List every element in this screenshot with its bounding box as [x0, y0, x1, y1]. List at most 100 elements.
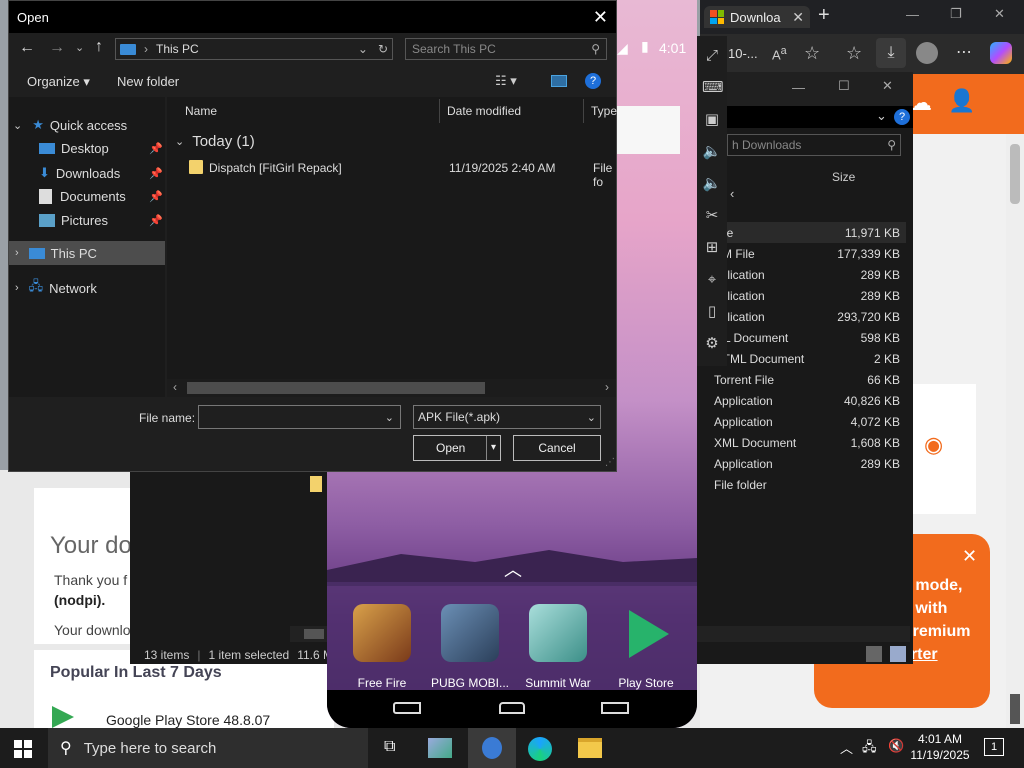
filetype-select[interactable]: APK File(*.apk) ⌄	[413, 405, 601, 429]
fm-row[interactable]: Application 40,826 KB	[708, 390, 906, 411]
column-date[interactable]: Date modified	[447, 104, 521, 118]
tiles-view-icon[interactable]	[890, 646, 906, 662]
volume-muted-icon[interactable]: 🔇	[888, 738, 904, 754]
scrollbar[interactable]	[1006, 134, 1024, 728]
app-icon-1[interactable]: PUBG MOBI...	[427, 604, 513, 690]
fm-row[interactable]: pplication 293,720 KB	[708, 306, 906, 327]
favorite-star-icon[interactable]: ☆	[804, 43, 820, 64]
nav-this-pc[interactable]: › This PC	[9, 241, 165, 265]
notification-center-icon[interactable]: 1	[984, 738, 1004, 756]
volume-up-icon[interactable]: 🔈	[702, 136, 722, 168]
apk-install-icon[interactable]: ▣	[702, 104, 722, 136]
pin-icon[interactable]: 📌	[149, 190, 163, 203]
download-icon[interactable]: ⤓	[876, 38, 906, 68]
preview-pane-icon[interactable]	[551, 75, 567, 87]
nav-documents[interactable]: Documents 📌	[39, 189, 163, 204]
location-icon[interactable]: ⌖	[702, 264, 722, 296]
fm-search[interactable]: h Downloads ⚲	[727, 134, 901, 156]
screenshot-icon[interactable]: ✂	[702, 200, 722, 232]
edge-browser-icon[interactable]	[528, 737, 552, 761]
view-options-icon[interactable]: ☷ ▾	[495, 73, 517, 89]
fm-row[interactable]: KM File 177,339 KB	[708, 243, 906, 264]
emu-search-bar[interactable]	[617, 106, 680, 154]
more-icon[interactable]: ⋯	[956, 42, 972, 62]
address-dropdown-icon[interactable]: ⌄	[358, 42, 368, 56]
volume-down-icon[interactable]: 🔈	[702, 168, 722, 200]
expand-chevron-icon[interactable]: ⌄	[13, 119, 22, 132]
start-button[interactable]	[14, 740, 32, 758]
taskbar-app-icon[interactable]	[428, 738, 452, 758]
rss-icon[interactable]: ◉	[924, 432, 943, 458]
open-options-chevron-icon[interactable]: ▾	[486, 436, 500, 460]
address-bar[interactable]: › This PC ⌄ ↻	[115, 38, 393, 60]
expand-chevron-icon[interactable]: ›	[15, 282, 19, 294]
minimize-icon[interactable]: —	[792, 80, 805, 95]
chevron-down-icon[interactable]: ⌄	[385, 411, 394, 424]
close-icon[interactable]: ✕	[994, 6, 1005, 22]
fm-size-header[interactable]: Size	[832, 170, 855, 184]
fm-row[interactable]: HTML Document 2 KB	[708, 348, 906, 369]
pin-icon[interactable]: 📌	[149, 167, 163, 180]
app-drawer-chevron-icon[interactable]: ︿	[504, 556, 522, 582]
copilot-icon[interactable]	[990, 42, 1012, 64]
clock[interactable]: 4:01 AM 11/19/2025	[908, 731, 972, 763]
popular-item[interactable]: Google Play Store 48.8.07	[106, 712, 270, 728]
details-view-icon[interactable]	[866, 646, 882, 662]
close-icon[interactable]: ✕	[882, 78, 893, 94]
keyboard-icon[interactable]: ⌨	[702, 72, 724, 104]
maximize-icon[interactable]: ☐	[838, 78, 850, 94]
show-hidden-icons[interactable]: ︿	[840, 738, 853, 757]
new-tab-button[interactable]: +	[818, 4, 830, 27]
close-promo-icon[interactable]: ✕	[962, 546, 977, 567]
open-button[interactable]: Open ▾	[413, 435, 501, 461]
app-icon-2[interactable]: Summit War	[515, 604, 601, 690]
fm-row[interactable]: pplication 289 KB	[708, 285, 906, 306]
fm-row[interactable]: File11,971 KB	[708, 222, 906, 243]
read-aloud-icon[interactable]: Aa	[772, 45, 787, 62]
chevron-down-icon[interactable]: ⌄	[876, 108, 887, 124]
recents-nav-icon[interactable]	[601, 702, 629, 714]
cancel-button[interactable]: Cancel	[513, 435, 601, 461]
back-arrow-icon[interactable]: ←	[19, 39, 35, 57]
fm-row[interactable]: File folder	[708, 474, 906, 495]
fm-row[interactable]: Application 4,072 KB	[708, 411, 906, 432]
user-icon[interactable]: 👤	[948, 88, 975, 114]
fm-row[interactable]: pplication 289 KB	[708, 264, 906, 285]
nav-downloads[interactable]: ⬇ Downloads 📌	[39, 165, 163, 181]
nav-network[interactable]: › 🖧 Network	[15, 277, 97, 299]
up-arrow-icon[interactable]: ↑	[95, 38, 103, 56]
close-tab-icon[interactable]: ✕	[792, 9, 804, 26]
file-row[interactable]: Dispatch [FitGirl Repack] 11/19/2025 2:4…	[187, 157, 616, 189]
help-icon[interactable]: ?	[894, 109, 910, 125]
fm-row[interactable]: Torrent File 66 KB	[708, 369, 906, 390]
taskbar-search[interactable]: ⚲ Type here to search	[48, 728, 368, 768]
pin-icon[interactable]: 📌	[149, 214, 163, 227]
collapse-chevron-icon[interactable]: ‹	[730, 186, 734, 201]
resize-grip-icon[interactable]: ⋰	[605, 457, 615, 468]
browser-tab[interactable]: Downloa ✕	[704, 6, 810, 28]
help-icon[interactable]: ?	[585, 73, 601, 89]
taskbar-emulator-icon[interactable]	[468, 728, 516, 768]
restore-icon[interactable]: ❐	[950, 6, 962, 22]
upload-icon[interactable]: ☁	[910, 90, 932, 116]
nav-quick-access[interactable]: ⌄ ★ Quick access	[13, 117, 127, 133]
column-name[interactable]: Name	[185, 104, 217, 118]
fm-row[interactable]: XML Document 1,608 KB	[708, 432, 906, 453]
dialog-search[interactable]: Search This PC ⚲	[405, 38, 607, 60]
task-view-icon[interactable]: ⧉	[384, 738, 395, 756]
collapse-group-icon[interactable]: ⌄	[175, 135, 184, 148]
minimize-icon[interactable]: —	[906, 7, 919, 22]
forward-arrow-icon[interactable]: →	[49, 39, 65, 57]
settings-gear-icon[interactable]: ⚙	[702, 328, 722, 360]
fm-row[interactable]: Application 289 KB	[708, 453, 906, 474]
column-type[interactable]: Type	[591, 104, 617, 118]
close-dialog-icon[interactable]: ✕	[593, 7, 608, 28]
profile-icon[interactable]	[916, 42, 938, 64]
fm-row[interactable]: ML Document 598 KB	[708, 327, 906, 348]
nav-pictures[interactable]: Pictures 📌	[39, 213, 163, 228]
filename-input[interactable]: ⌄	[198, 405, 401, 429]
app-icon-3[interactable]: Play Store	[603, 604, 689, 690]
new-folder-button[interactable]: New folder	[117, 74, 179, 89]
favorites-icon[interactable]: ☆	[846, 43, 862, 64]
horizontal-scrollbar[interactable]: ‹ ›	[167, 379, 616, 397]
